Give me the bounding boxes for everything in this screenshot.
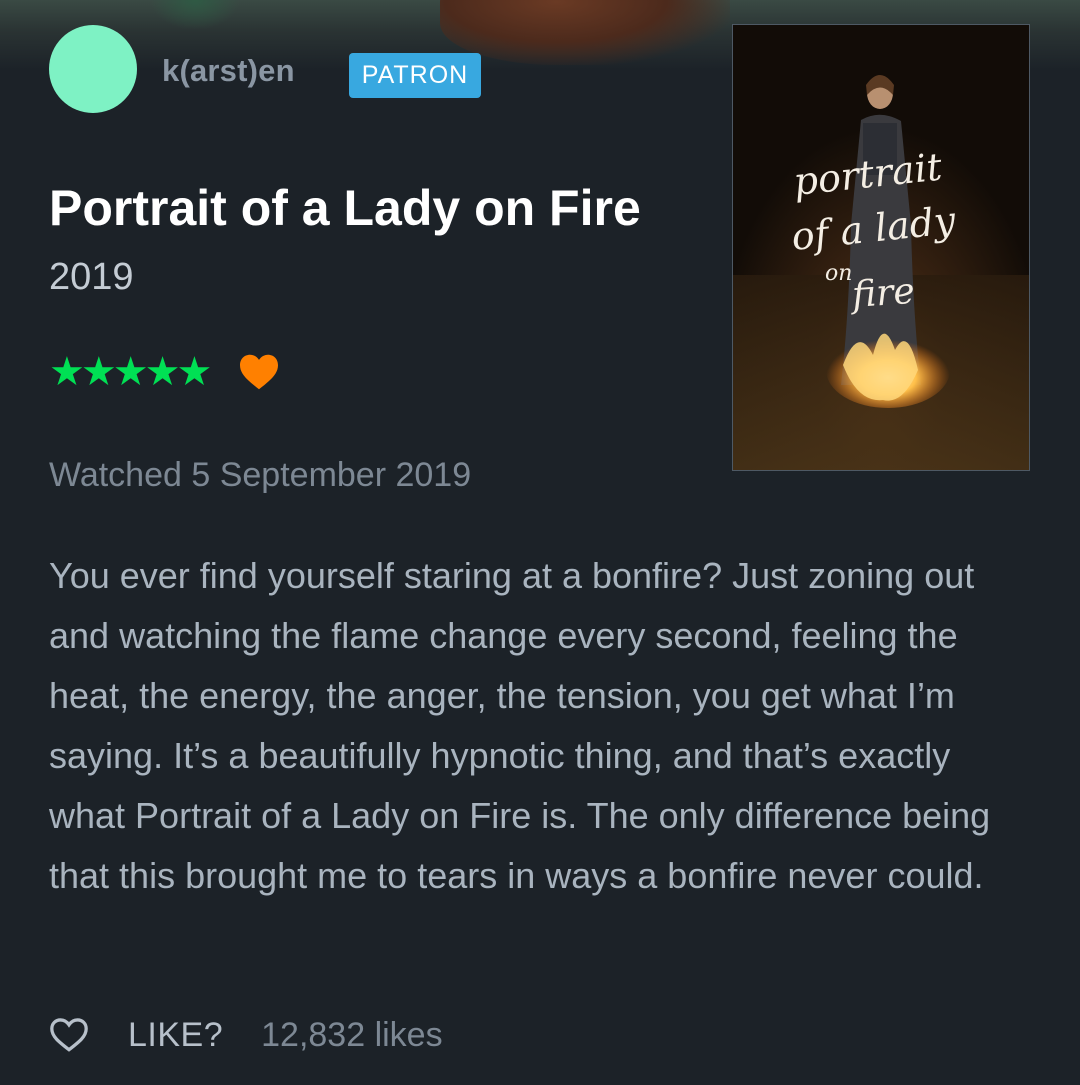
poster-title-line-4: fire	[848, 271, 916, 316]
watched-date: Watched 5 September 2019	[49, 456, 472, 494]
film-poster[interactable]: portrait of a lady on fire	[732, 24, 1030, 471]
heart-outline-icon[interactable]	[49, 1017, 89, 1053]
poster-title-line-3: on	[825, 261, 852, 286]
review-text: You ever find yourself staring at a bonf…	[49, 555, 991, 896]
like-row: LIKE? 12,832 likes	[49, 1010, 443, 1060]
likes-count[interactable]: 12,832 likes	[261, 1016, 442, 1055]
rating-row: ★★★★★	[49, 350, 280, 394]
avatar[interactable]	[49, 25, 137, 113]
film-title[interactable]: Portrait of a Lady on Fire	[49, 180, 641, 236]
patron-badge: PATRON	[349, 53, 481, 98]
like-button[interactable]: LIKE?	[128, 1016, 223, 1055]
backdrop-foliage	[150, 0, 240, 30]
backdrop-figure	[440, 0, 730, 65]
film-year[interactable]: 2019	[49, 256, 134, 298]
star-rating: ★★★★★	[49, 350, 212, 394]
username[interactable]: k(arst)en	[162, 53, 295, 89]
film-title-block[interactable]: Portrait of a Lady on Fire 2019	[49, 176, 669, 309]
heart-filled-icon	[238, 353, 280, 391]
